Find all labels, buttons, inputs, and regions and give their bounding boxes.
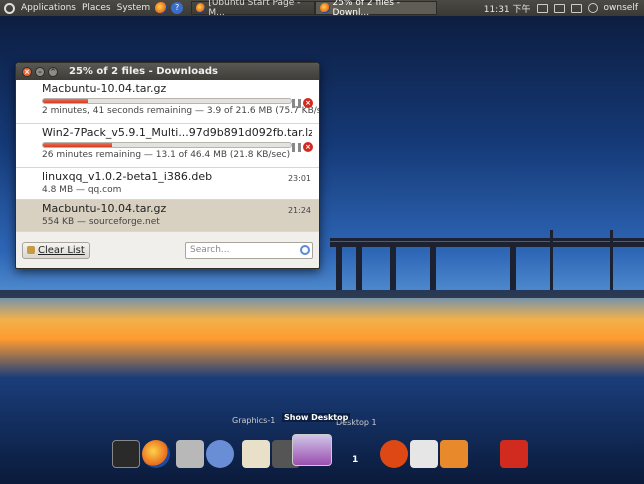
download-filename: Macbuntu-10.04.tar.gz <box>42 82 167 95</box>
pier-silhouette <box>330 230 644 290</box>
download-progress-bar <box>42 142 292 148</box>
download-status: 4.8 MB — qq.com <box>42 185 122 195</box>
dock-tooltip: Show Desktop <box>282 413 351 422</box>
search-placeholder: Search... <box>190 245 230 255</box>
terminal-icon[interactable] <box>112 440 140 468</box>
workspace-count: 1 <box>352 455 359 465</box>
pause-icon[interactable] <box>292 142 301 152</box>
menu-system[interactable]: System <box>114 0 154 16</box>
clear-list-label: Clear List <box>38 244 85 256</box>
download-status: 2 minutes, 41 seconds remaining — 3.9 of… <box>42 106 320 116</box>
user-name[interactable]: ownself <box>604 3 638 13</box>
horizon <box>0 290 644 298</box>
window-title: 25% of 2 files - Downloads <box>69 66 218 77</box>
download-filename: linuxqq_v1.0.2-beta1_i386.deb <box>42 170 213 183</box>
clock[interactable]: 11:31 下午 <box>484 2 531 15</box>
taskbar-item-label: [Ubuntu Start Page - M... <box>208 0 301 18</box>
clear-list-button[interactable]: Clear List <box>22 241 90 259</box>
download-item[interactable]: Win2-7Pack_v5.9.1_Multi...97d9b891d092fb… <box>16 124 319 168</box>
downloads-window: × – ^ 25% of 2 files - Downloads Macbunt… <box>15 62 320 269</box>
progress-fill <box>43 99 88 103</box>
firefox-launcher-icon[interactable] <box>155 2 168 14</box>
volume-icon[interactable] <box>536 3 548 13</box>
window-titlebar[interactable]: × – ^ 25% of 2 files - Downloads <box>16 63 319 80</box>
download-item[interactable]: Macbuntu-10.04.tar.gz 554 KB — sourcefor… <box>16 200 319 232</box>
downloads-list: Macbuntu-10.04.tar.gz 2 minutes, 41 seco… <box>16 80 319 232</box>
search-icon[interactable] <box>300 245 310 255</box>
shutdown-icon[interactable] <box>500 440 528 468</box>
pidgin-icon[interactable] <box>206 440 234 468</box>
download-controls: × <box>292 142 313 152</box>
help-icon[interactable]: ? <box>171 2 184 14</box>
taskbar-item-firefox[interactable]: [Ubuntu Start Page - M... <box>191 0 316 18</box>
ubuntu-logo-icon[interactable] <box>4 2 15 14</box>
minimize-window-button[interactable]: – <box>35 66 45 77</box>
maximize-window-button[interactable]: ^ <box>48 66 58 77</box>
download-status: 26 minutes remaining — 13.1 of 46.4 MB (… <box>42 150 291 160</box>
show-desktop-icon[interactable] <box>292 434 332 466</box>
progress-fill <box>43 143 113 147</box>
download-filename: Win2-7Pack_v5.9.1_Multi...97d9b891d092fb… <box>42 126 312 139</box>
download-status: 554 KB — sourceforge.net <box>42 217 160 227</box>
user-status-icon[interactable] <box>587 3 598 13</box>
search-input[interactable]: Search... <box>185 241 313 259</box>
menu-places[interactable]: Places <box>79 0 114 16</box>
broom-icon <box>27 246 35 254</box>
download-progress-bar <box>42 98 292 104</box>
download-time: 23:01 <box>287 174 311 183</box>
download-time: 21:24 <box>287 206 311 215</box>
dock <box>0 434 644 474</box>
dock-label-graphics: Graphics-1 <box>232 416 276 425</box>
cleaner-icon[interactable] <box>242 440 270 468</box>
cancel-icon[interactable]: × <box>303 98 313 108</box>
firefox-icon <box>196 3 206 13</box>
downloads-folder-icon[interactable] <box>440 440 468 468</box>
calculator-icon[interactable] <box>176 440 204 468</box>
firefox-icon[interactable] <box>142 440 170 468</box>
mail-icon[interactable] <box>553 3 565 13</box>
top-panel: Applications Places System ? [Ubuntu Sta… <box>0 0 644 18</box>
firefox-icon <box>320 3 330 13</box>
download-controls: × <box>292 98 313 108</box>
window-footer: Clear List Search... <box>16 232 319 268</box>
system-tray: 11:31 下午 ownself <box>484 2 644 15</box>
download-item[interactable]: Macbuntu-10.04.tar.gz 2 minutes, 41 seco… <box>16 80 319 124</box>
download-filename: Macbuntu-10.04.tar.gz <box>42 202 167 215</box>
download-item[interactable]: linuxqq_v1.0.2-beta1_i386.deb 4.8 MB — q… <box>16 168 319 200</box>
ubuntu-one-icon[interactable] <box>380 440 408 468</box>
text-editor-icon[interactable] <box>410 440 438 468</box>
taskbar-item-downloads[interactable]: 25% of 2 files - Downl... <box>315 0 438 18</box>
close-window-button[interactable]: × <box>22 66 32 77</box>
menu-applications[interactable]: Applications <box>18 0 79 16</box>
cancel-icon[interactable]: × <box>303 142 313 152</box>
pause-icon[interactable] <box>292 98 301 108</box>
taskbar-item-label: 25% of 2 files - Downl... <box>332 0 401 18</box>
network-icon[interactable] <box>570 3 582 13</box>
